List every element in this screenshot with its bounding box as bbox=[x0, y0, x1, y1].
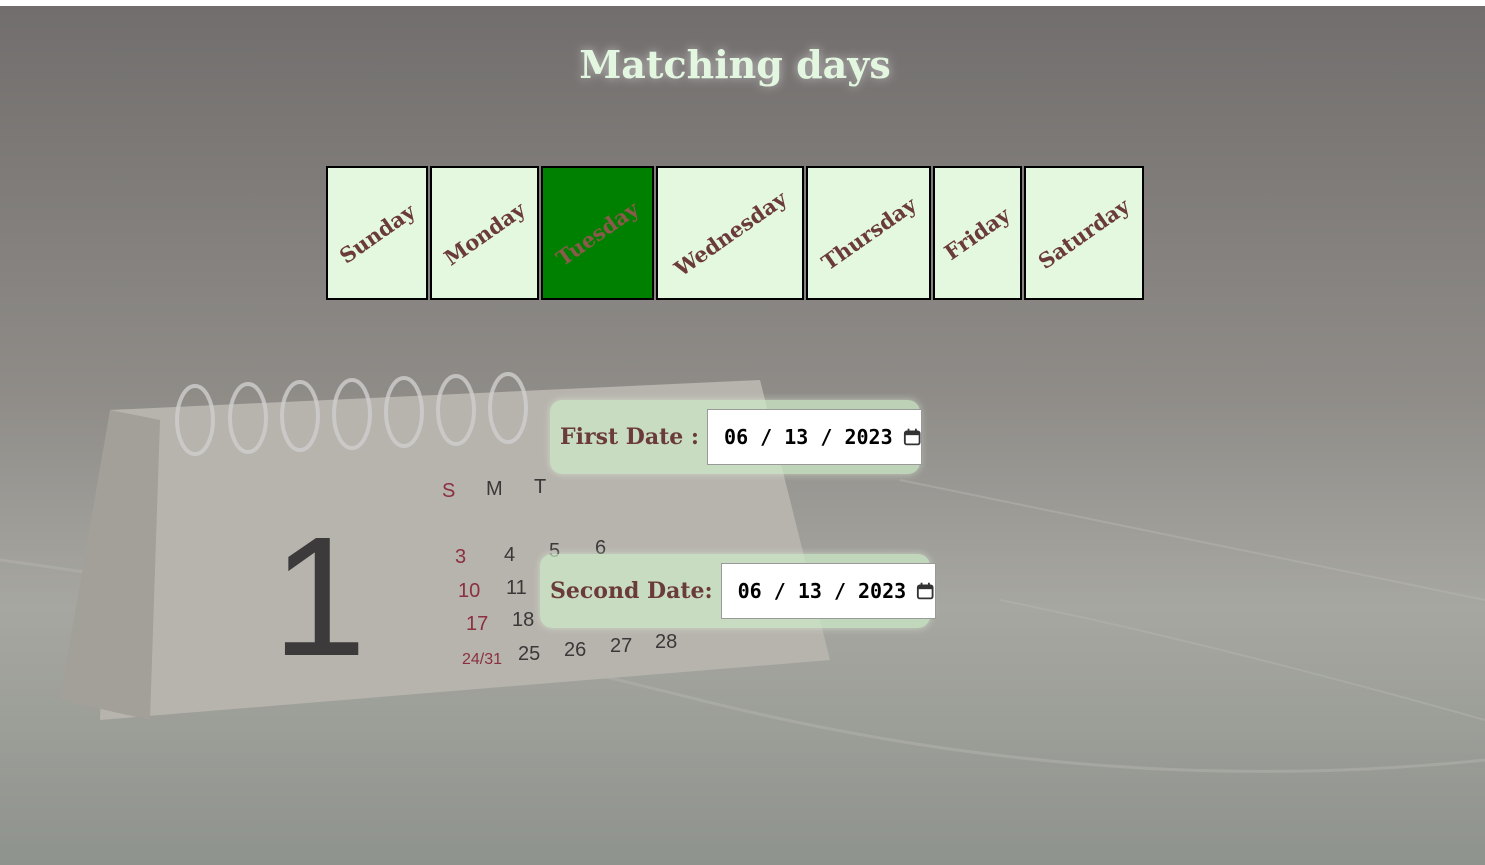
svg-text:11: 11 bbox=[506, 577, 527, 599]
background-big-number: 1 bbox=[272, 502, 367, 692]
first-date-label: First Date : bbox=[560, 424, 700, 450]
calendar-icon[interactable] bbox=[916, 581, 934, 601]
second-date-value: 06 / 13 / 2023 bbox=[737, 579, 907, 603]
day-cell-monday: Monday bbox=[430, 166, 539, 300]
day-cell-sunday: Sunday bbox=[326, 166, 428, 300]
day-label-thursday: Thursday bbox=[816, 191, 921, 275]
svg-text:24/31: 24/31 bbox=[462, 651, 502, 668]
svg-text:17: 17 bbox=[466, 613, 488, 635]
svg-text:25: 25 bbox=[518, 643, 540, 665]
first-date-value: 06 / 13 / 2023 bbox=[724, 425, 893, 449]
first-date-group: First Date : 06 / 13 / 2023 bbox=[550, 400, 923, 474]
svg-text:26: 26 bbox=[564, 639, 586, 661]
day-cell-friday: Friday bbox=[933, 166, 1022, 300]
weekday-row: Sunday Monday Tuesday Wednesday Thursday… bbox=[326, 166, 1146, 300]
svg-text:27: 27 bbox=[610, 635, 632, 657]
day-label-saturday: Saturday bbox=[1033, 192, 1135, 274]
second-date-label: Second Date: bbox=[550, 578, 713, 604]
day-label-sunday: Sunday bbox=[334, 198, 420, 268]
svg-text:3: 3 bbox=[455, 546, 466, 568]
day-label-wednesday: Wednesday bbox=[669, 185, 791, 281]
day-label-monday: Monday bbox=[439, 196, 530, 270]
svg-text:18: 18 bbox=[512, 609, 534, 631]
calendar-icon[interactable] bbox=[903, 427, 921, 447]
svg-text:S: S bbox=[442, 480, 455, 502]
svg-text:28: 28 bbox=[655, 631, 677, 653]
svg-text:4: 4 bbox=[504, 544, 515, 566]
day-label-tuesday: Tuesday bbox=[551, 195, 644, 271]
second-date-input[interactable]: 06 / 13 / 2023 bbox=[720, 563, 936, 619]
svg-text:10: 10 bbox=[458, 580, 480, 602]
first-date-input[interactable]: 06 / 13 / 2023 bbox=[707, 409, 923, 465]
day-cell-saturday: Saturday bbox=[1024, 166, 1144, 300]
day-label-friday: Friday bbox=[939, 201, 1016, 265]
page-title: Matching days bbox=[579, 42, 891, 87]
day-cell-tuesday: Tuesday bbox=[541, 166, 654, 300]
svg-text:T: T bbox=[534, 476, 546, 498]
second-date-group: Second Date: 06 / 13 / 2023 bbox=[540, 554, 936, 628]
day-cell-wednesday: Wednesday bbox=[656, 166, 804, 300]
day-cell-thursday: Thursday bbox=[806, 166, 931, 300]
svg-text:M: M bbox=[486, 478, 503, 500]
